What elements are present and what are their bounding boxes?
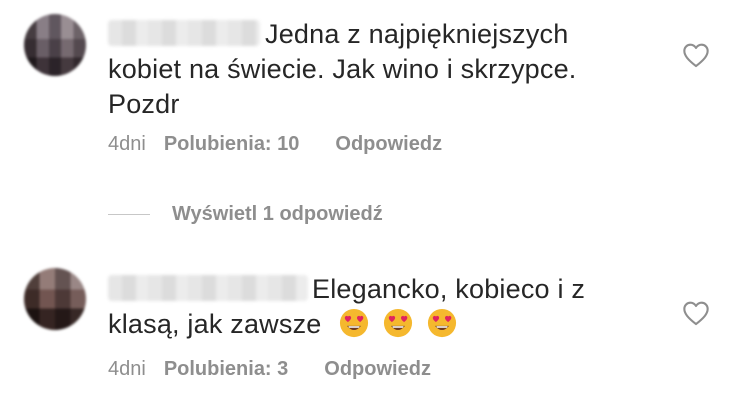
timestamp: 4dni (108, 133, 146, 155)
heart-eyes-emoji (340, 308, 369, 338)
username-blurred[interactable] (108, 275, 308, 301)
comment-line: Elegancko, kobieco i z (312, 274, 586, 304)
likes-count[interactable]: Polubienia: 3 (164, 358, 288, 381)
comment-line: klasą, jak zawsze (108, 309, 322, 339)
heart-outline-icon[interactable] (682, 42, 710, 68)
comment-line-with-emojis: klasą, jak zawsze (108, 307, 457, 341)
username-blurred[interactable] (108, 20, 260, 46)
view-replies-label: Wyświetl 1 odpowiedź (172, 203, 383, 225)
heart-eyes-emoji (427, 308, 456, 338)
comment-line: Jedna z najpiękniejszych (265, 19, 569, 49)
comment-line: kobiet na świecie. Jak wino i skrzypce. (108, 54, 577, 84)
timestamp: 4dni (108, 358, 146, 380)
reply-button[interactable]: Odpowiedz (324, 358, 431, 381)
comment-line: Pozdr (108, 89, 180, 119)
heart-eyes-emoji (383, 308, 412, 338)
view-replies-link[interactable]: Wyświetl 1 odpowiedź (108, 203, 383, 226)
heart-outline-icon[interactable] (682, 300, 710, 326)
comment-meta: 4dni Polubienia: 3 Odpowiedz (108, 358, 431, 381)
divider-dash (108, 214, 150, 215)
comment-meta: 4dni Polubienia: 10 Odpowiedz (108, 133, 442, 156)
avatar[interactable] (24, 268, 86, 330)
likes-count[interactable]: Polubienia: 10 (164, 133, 300, 156)
avatar[interactable] (24, 14, 86, 76)
reply-button[interactable]: Odpowiedz (335, 133, 442, 156)
